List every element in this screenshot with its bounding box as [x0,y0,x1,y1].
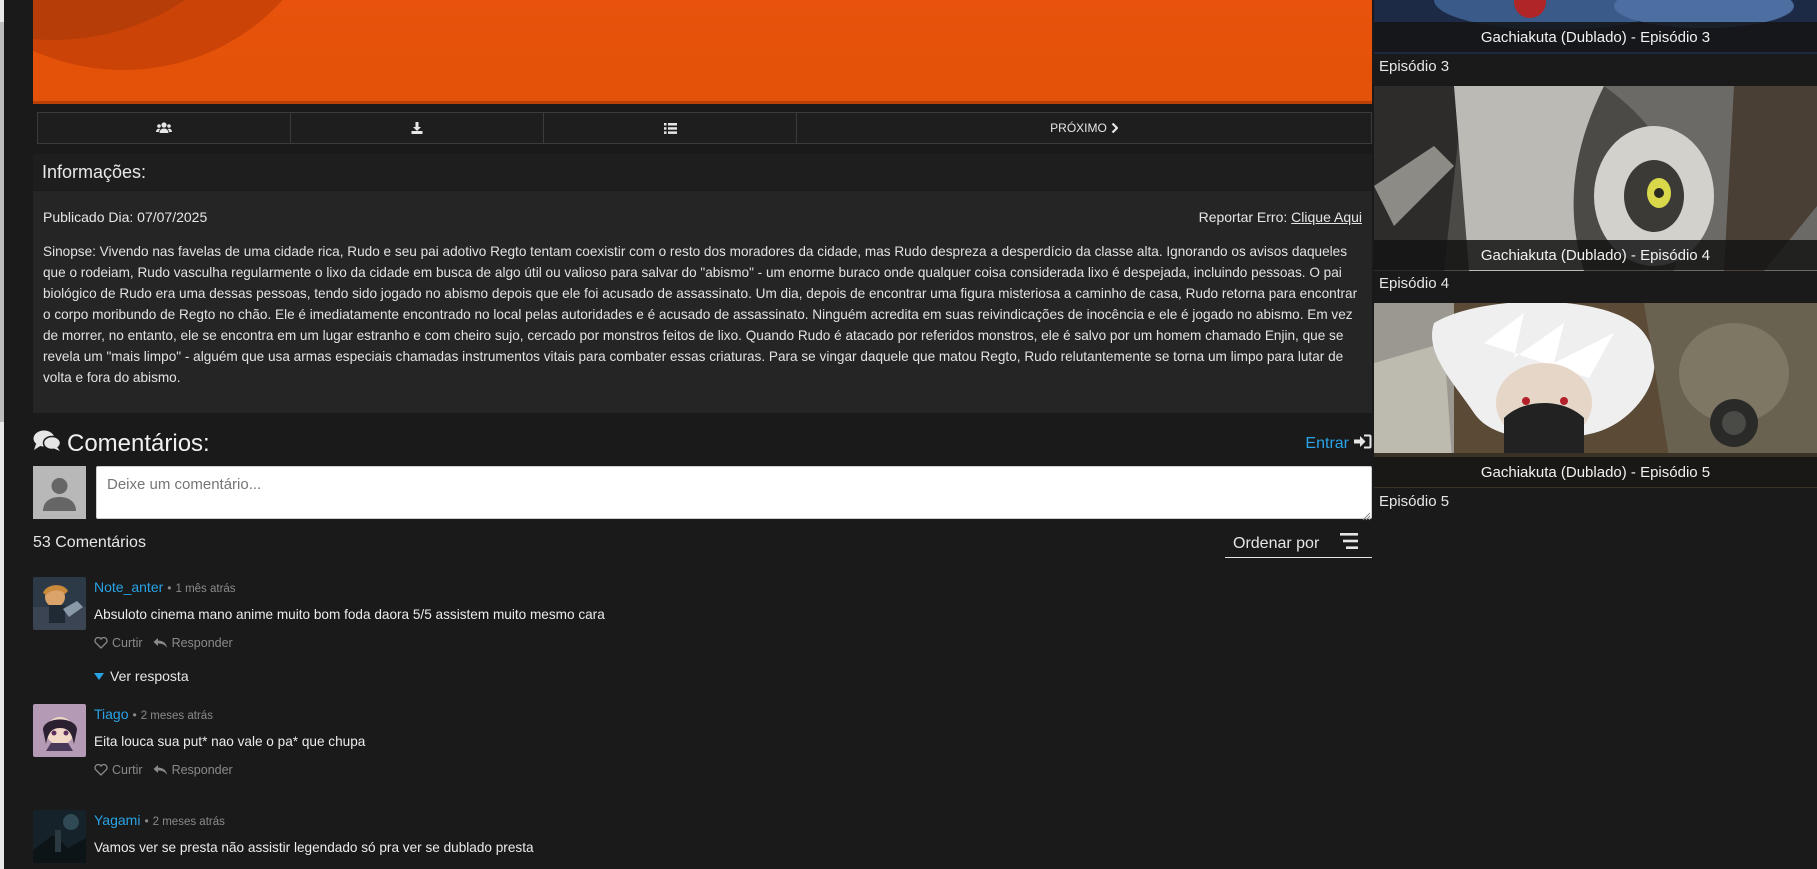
sort-icon [1340,533,1358,554]
published-date: Publicado Dia: 07/07/2025 [43,209,208,225]
main-column: PRÓXIMO Informações: Publicado Dia: 07/0… [33,0,1372,869]
resize-handle-icon[interactable] [1361,508,1371,521]
episode-sidebar: Gachiakuta (Dublado) - Episódio 3 Episód… [1374,0,1817,869]
next-episode-button[interactable]: PRÓXIMO [797,113,1371,143]
episode-caption-text: Gachiakuta (Dublado) - Episódio 4 [1480,246,1711,264]
separator-dot: • [132,708,137,722]
sort-label: Ordenar por [1233,534,1320,552]
comments-title: Comentários: [67,430,210,457]
user-icon [33,466,86,519]
comment-input[interactable] [96,466,1372,519]
video-player[interactable] [33,0,1372,104]
comment-text: Vamos ver se presta não assistir legenda… [94,840,534,855]
episode-list-button[interactable] [544,113,797,143]
episode-caption[interactable]: Gachiakuta (Dublado) - Episódio 4 [1374,240,1817,270]
commenter-avatar[interactable] [33,577,86,630]
view-reply-toggle[interactable]: Ver resposta [94,668,189,684]
comments-heading: Comentários: [33,430,210,458]
info-panel: Publicado Dia: 07/07/2025 Reportar Erro:… [33,191,1372,413]
episode-caption[interactable]: Gachiakuta (Dublado) - Episódio 5 [1374,457,1817,487]
comment-time: 2 meses atrás [152,816,225,828]
like-label: Curtir [112,636,143,650]
users-icon [156,122,172,134]
like-button[interactable]: Curtir [94,763,143,777]
heart-icon [94,764,108,776]
comment-time: 1 mês atrás [175,583,236,595]
commenter-name[interactable]: Note_anter [94,579,163,595]
episode-caption-text: Gachiakuta (Dublado) - Episódio 5 [1480,463,1711,481]
comments-icon [33,430,62,459]
info-meta-row: Publicado Dia: 07/07/2025 Reportar Erro:… [43,209,1362,225]
login-label: Entrar [1305,435,1349,452]
comment-text: Absuloto cinema mano anime muito bom fod… [94,607,605,622]
chevron-right-icon [1111,123,1118,133]
download-button[interactable] [291,113,544,143]
download-icon [411,122,423,134]
like-button[interactable]: Curtir [94,636,143,650]
sign-in-icon [1354,434,1372,454]
login-link[interactable]: Entrar [1305,434,1372,454]
next-episode-label: PRÓXIMO [1050,121,1107,135]
comment-time: 2 meses atrás [140,710,213,722]
sort-dropdown[interactable]: Ordenar por [1225,530,1372,558]
episode-label[interactable]: Episódio 3 [1379,58,1449,75]
info-heading-bar: Informações: [33,154,1372,190]
comment-count: 53 Comentários [33,534,146,551]
caret-down-icon [94,668,104,684]
users-button[interactable] [38,113,291,143]
episode-label[interactable]: Episódio 4 [1379,275,1449,292]
reply-label: Responder [171,763,233,777]
like-label: Curtir [112,763,143,777]
comment-header: Tiago • 2 meses atrás [94,706,213,722]
episode-caption[interactable]: Gachiakuta (Dublado) - Episódio 3 [1374,22,1817,52]
report-error-link[interactable]: Clique Aqui [1291,209,1362,225]
reply-icon [153,764,168,776]
report-error: Reportar Erro: Clique Aqui [1199,209,1362,225]
video-progress-line [33,101,1372,104]
heart-icon [94,637,108,649]
separator-dot: • [144,814,149,828]
reply-button[interactable]: Responder [153,636,233,650]
commenter-avatar[interactable] [33,704,86,757]
synopsis: Sinopse: Vivendo nas favelas de uma cida… [43,244,1358,385]
player-toolbar: PRÓXIMO [37,112,1372,144]
commenter-name[interactable]: Yagami [94,812,140,828]
reply-button[interactable]: Responder [153,763,233,777]
comment-actions: Curtir Responder [94,763,233,777]
comment-actions: Curtir Responder [94,636,233,650]
info-heading: Informações: [42,161,147,182]
episode-caption-text: Gachiakuta (Dublado) - Episódio 3 [1480,28,1711,46]
episode-label[interactable]: Episódio 5 [1379,493,1449,510]
comment-header: Yagami • 2 meses atrás [94,812,225,828]
view-reply-label: Ver resposta [110,668,189,684]
video-frame-shape [33,0,333,70]
report-error-label: Reportar Erro: [1198,209,1288,225]
list-icon [663,122,677,134]
comment-header: Note_anter • 1 mês atrás [94,579,236,595]
comment-text: Eita louca sua put* nao vale o pa* que c… [94,734,366,749]
reply-label: Responder [171,636,233,650]
commenter-avatar[interactable] [33,810,86,863]
commenter-name[interactable]: Tiago [94,706,129,722]
reply-icon [153,637,168,649]
current-user-avatar [33,466,86,519]
separator-dot: • [167,581,172,595]
browser-edge-mark [0,22,4,422]
browser-edge [0,0,4,869]
